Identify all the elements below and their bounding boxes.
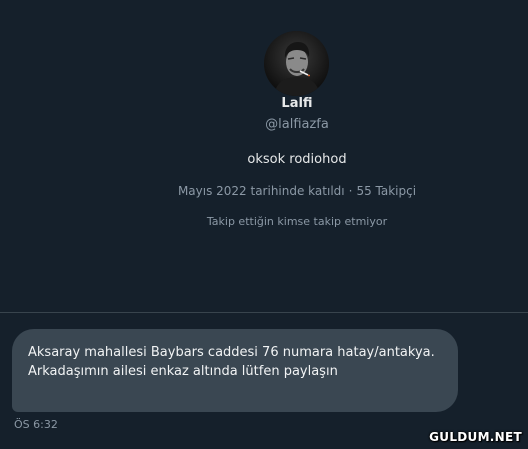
profile-photo-icon [264,31,329,96]
watermark: GULDUM.NET [429,430,522,444]
joined-date: Mayıs 2022 tarihinde katıldı [177,184,345,198]
profile-bio: oksok rodiohod [247,152,347,167]
message-timestamp: ÖS 6:32 [14,418,58,431]
profile-name[interactable]: Lalfi [0,96,528,111]
meta-separator: · [348,184,353,198]
mutual-followers-note: Takip ettiğin kimse takip etmiyor [206,215,388,228]
followers-count[interactable]: 55 Takipçi [356,184,416,198]
divider [0,312,528,313]
avatar[interactable] [264,31,329,96]
message-text: Aksaray mahallesi Baybars caddesi 76 num… [28,345,435,379]
profile-handle[interactable]: @lalfiazfa [0,117,528,132]
profile-header: Lalfi @lalfiazfa oksok rodiohod Mayıs 20… [0,0,528,312]
profile-meta: Mayıs 2022 tarihinde katıldı · 55 Takipçi [0,184,528,198]
message-bubble[interactable]: Aksaray mahallesi Baybars caddesi 76 num… [12,329,458,412]
